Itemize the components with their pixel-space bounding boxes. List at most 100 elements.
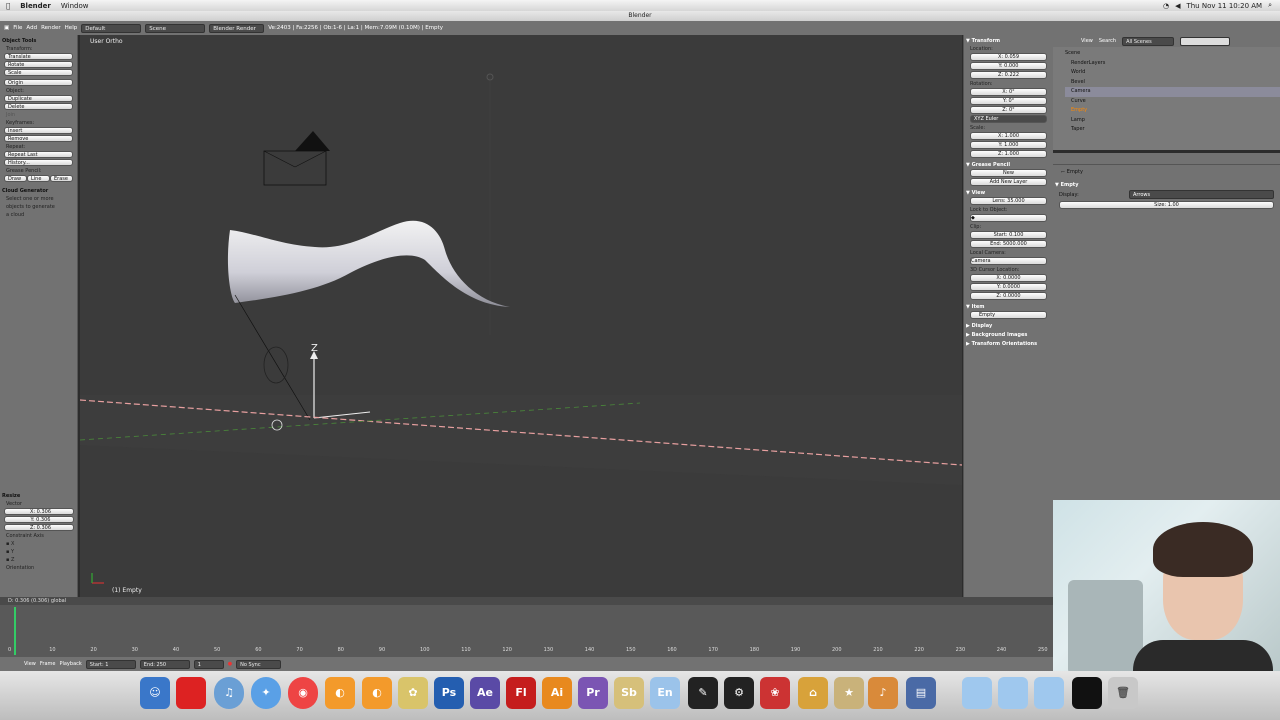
app-icon[interactable]: ✿ bbox=[398, 677, 428, 709]
remove-keyframe-button[interactable]: Remove bbox=[4, 135, 73, 142]
camera-object[interactable] bbox=[263, 131, 330, 186]
scale-button[interactable]: Scale bbox=[4, 69, 73, 76]
resize-header[interactable]: Resize bbox=[2, 493, 76, 499]
soundbooth-icon[interactable]: Sb bbox=[614, 677, 644, 709]
app-icon[interactable]: ❀ bbox=[760, 677, 790, 709]
outliner-search-input[interactable] bbox=[1180, 36, 1231, 46]
lock-object-field[interactable]: ◆ bbox=[970, 214, 1047, 222]
outliner-item[interactable]: World bbox=[1065, 68, 1280, 78]
app-icon[interactable]: ★ bbox=[834, 677, 864, 709]
vector-x-field[interactable]: X: 0.306 bbox=[4, 508, 74, 515]
folder-icon[interactable] bbox=[998, 677, 1028, 709]
menu-render[interactable]: Render bbox=[41, 25, 61, 31]
outliner-item[interactable]: Camera bbox=[1065, 87, 1280, 97]
local-camera-field[interactable]: Camera bbox=[970, 257, 1047, 265]
clip-start-field[interactable]: Start: 0.100 bbox=[970, 231, 1047, 239]
3d-viewport[interactable]: User Ortho Z (1) Empty bbox=[80, 35, 962, 597]
empty-panel-header[interactable]: ▼ Empty bbox=[1055, 182, 1278, 188]
rotation-mode-select[interactable]: XYZ Euler bbox=[970, 115, 1047, 123]
folder-icon[interactable] bbox=[962, 677, 992, 709]
rotation-z-field[interactable]: Z: 0° bbox=[970, 106, 1047, 114]
insert-keyframe-button[interactable]: Insert bbox=[4, 127, 73, 134]
sync-select[interactable]: No Sync bbox=[236, 659, 282, 669]
trash-icon[interactable]: 🗑 bbox=[1108, 677, 1138, 709]
chrome-icon[interactable]: ◉ bbox=[288, 677, 318, 709]
object-tools-header[interactable]: Object Tools bbox=[2, 38, 75, 44]
encore-icon[interactable]: En bbox=[650, 677, 680, 709]
app-menu[interactable]: Blender bbox=[20, 2, 51, 10]
location-x-field[interactable]: X: 0.059 bbox=[970, 53, 1047, 61]
premiere-icon[interactable]: Pr bbox=[578, 677, 608, 709]
outliner-view-menu[interactable]: View bbox=[1081, 38, 1093, 44]
properties-tabs[interactable] bbox=[1053, 153, 1280, 165]
outliner-item[interactable]: Curve bbox=[1065, 97, 1280, 107]
outliner-item[interactable]: Taper bbox=[1065, 125, 1280, 135]
vector-z-field[interactable]: Z: 0.306 bbox=[4, 524, 74, 531]
app-icon[interactable] bbox=[176, 677, 206, 709]
cursor-y-field[interactable]: Y: 0.0000 bbox=[970, 283, 1047, 291]
timeline-frame-menu[interactable]: Frame bbox=[40, 661, 56, 667]
background-images-header[interactable]: ▶ Background Images bbox=[966, 332, 1051, 338]
horn-mesh[interactable] bbox=[227, 220, 510, 307]
axis-y-checkbox[interactable]: ▪ Y bbox=[6, 549, 72, 555]
blender-icon[interactable]: ◐ bbox=[325, 677, 355, 709]
garageband-icon[interactable]: ♪ bbox=[868, 677, 898, 709]
add-new-layer-button[interactable]: Add New Layer bbox=[970, 178, 1047, 186]
translate-button[interactable]: Translate bbox=[4, 53, 73, 60]
item-panel-header[interactable]: ▼ Item bbox=[966, 304, 1051, 310]
record-button[interactable]: ● bbox=[228, 661, 232, 667]
wifi-icon[interactable]: ◔ bbox=[1163, 2, 1169, 10]
lens-field[interactable]: Lens: 35.000 bbox=[970, 197, 1047, 205]
history-button[interactable]: History... bbox=[4, 159, 73, 166]
location-z-field[interactable]: Z: 0.222 bbox=[970, 71, 1047, 79]
render-engine-select[interactable]: Blender Render bbox=[209, 23, 265, 33]
grease-pencil-panel-header[interactable]: ▼ Grease Pencil bbox=[966, 162, 1051, 168]
cursor-x-field[interactable]: X: 0.0000 bbox=[970, 274, 1047, 282]
window-menu[interactable]: Window bbox=[61, 2, 89, 10]
app-icon[interactable]: ✎ bbox=[688, 677, 718, 709]
end-frame-field[interactable]: End: 250 bbox=[139, 659, 190, 669]
rotation-y-field[interactable]: Y: 0° bbox=[970, 97, 1047, 105]
safari-icon[interactable]: ✦ bbox=[251, 677, 281, 709]
editor-type-icon[interactable]: ▣ bbox=[4, 25, 9, 31]
scene-select[interactable]: Scene bbox=[145, 23, 206, 33]
terminal-icon[interactable] bbox=[1072, 677, 1102, 709]
erase-button[interactable]: Erase bbox=[50, 175, 73, 182]
axis-z-checkbox[interactable]: ▪ Z bbox=[6, 557, 72, 563]
outliner-item[interactable]: Scene bbox=[1065, 49, 1280, 59]
location-y-field[interactable]: Y: 0.000 bbox=[970, 62, 1047, 70]
clip-end-field[interactable]: End: 5000.000 bbox=[970, 240, 1047, 248]
rotation-x-field[interactable]: X: 0° bbox=[970, 88, 1047, 96]
scale-x-field[interactable]: X: 1.000 bbox=[970, 132, 1047, 140]
axis-x-checkbox[interactable]: ▪ X bbox=[6, 541, 72, 547]
outliner-item[interactable]: Bevel bbox=[1065, 78, 1280, 88]
spotlight-icon[interactable]: ⌕ bbox=[1268, 1, 1272, 10]
current-frame-field[interactable]: 1 bbox=[193, 659, 224, 669]
scale-y-field[interactable]: Y: 1.000 bbox=[970, 141, 1047, 149]
app-icon[interactable]: ⚙ bbox=[724, 677, 754, 709]
outliner-item[interactable]: RenderLayers bbox=[1065, 59, 1280, 69]
rotate-button[interactable]: Rotate bbox=[4, 61, 73, 68]
repeat-last-button[interactable]: Repeat Last bbox=[4, 151, 73, 158]
menu-file[interactable]: File bbox=[13, 25, 22, 31]
transform-panel-header[interactable]: ▼ Transform bbox=[966, 38, 1051, 44]
start-frame-field[interactable]: Start: 1 bbox=[85, 659, 136, 669]
vector-y-field[interactable]: Y: 0.306 bbox=[4, 516, 74, 523]
delete-button[interactable]: Delete bbox=[4, 103, 73, 110]
photoshop-icon[interactable]: Ps bbox=[434, 677, 464, 709]
after-effects-icon[interactable]: Ae bbox=[470, 677, 500, 709]
itunes-icon[interactable]: ♫ bbox=[214, 677, 244, 709]
volume-icon[interactable]: ◀ bbox=[1175, 2, 1180, 10]
finder-icon[interactable]: ☺ bbox=[140, 677, 170, 709]
display-panel-header[interactable]: ▶ Display bbox=[966, 323, 1051, 329]
outliner-item[interactable]: Lamp bbox=[1065, 116, 1280, 126]
empty-size-field[interactable]: Size: 1.00 bbox=[1059, 201, 1274, 209]
illustrator-icon[interactable]: Ai bbox=[542, 677, 572, 709]
transform-orientations-header[interactable]: ▶ Transform Orientations bbox=[966, 341, 1051, 347]
draw-button[interactable]: Draw bbox=[4, 175, 27, 182]
item-name-field[interactable]: Empty bbox=[970, 311, 1047, 319]
menu-add[interactable]: Add bbox=[26, 25, 37, 31]
outliner-item[interactable]: Empty bbox=[1065, 106, 1280, 116]
layout-select[interactable]: Default bbox=[81, 23, 142, 33]
scale-z-field[interactable]: Z: 1.000 bbox=[970, 150, 1047, 158]
